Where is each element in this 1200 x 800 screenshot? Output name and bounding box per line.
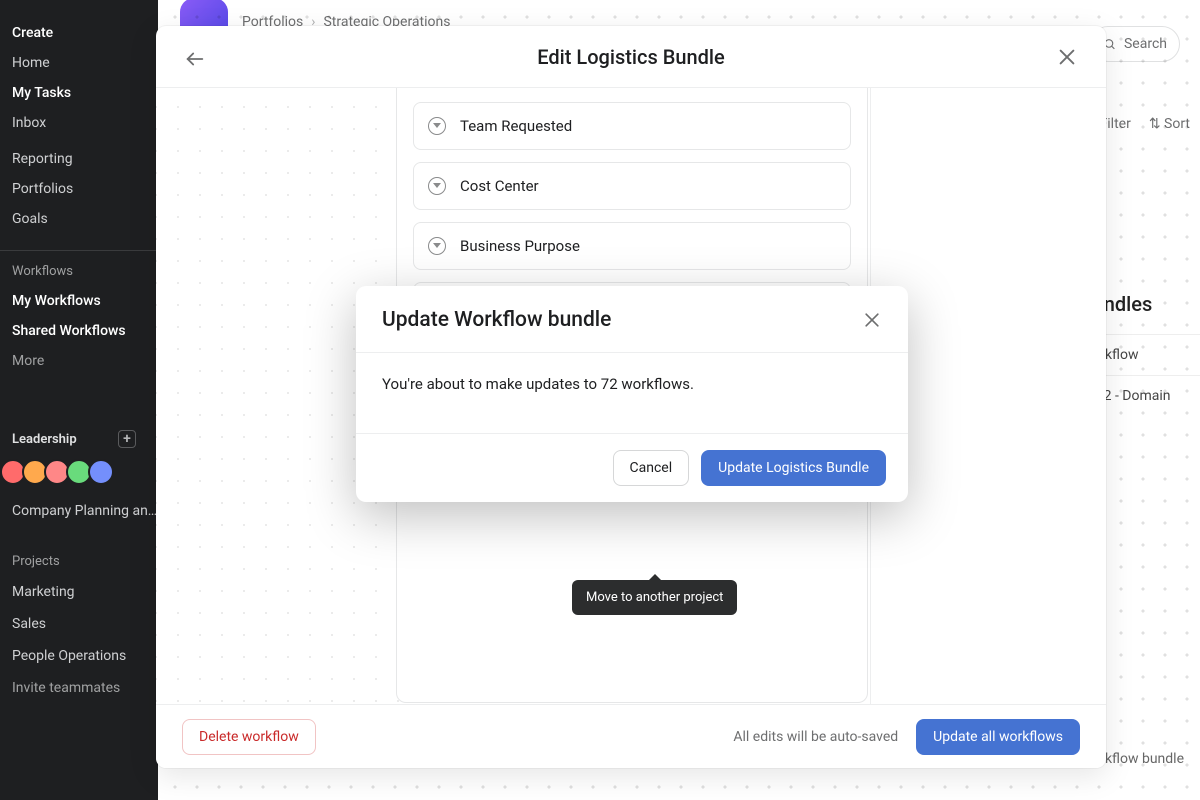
sidebar-item-portfolios[interactable]: Portfolios [0,174,158,204]
confirm-message: You're about to make updates to 72 workf… [382,353,882,393]
edit-footer: Delete workflow All edits will be auto-s… [156,704,1106,768]
dropdown-icon [428,177,446,195]
sidebar-item-goals[interactable]: Goals [0,204,158,234]
confirm-update-button[interactable]: Update Logistics Bundle [701,450,886,486]
autosave-message: All edits will be auto-saved [733,729,898,745]
sidebar-heading-projects: Projects [0,547,158,576]
sidebar-invite[interactable]: Invite teammates [0,672,158,704]
sidebar-avatars [0,453,158,495]
sidebar-item-my-workflows[interactable]: My Workflows [0,286,158,316]
close-icon[interactable] [862,310,882,330]
add-team-icon[interactable]: + [118,430,136,448]
delete-workflow-button[interactable]: Delete workflow [182,719,316,755]
update-all-workflows-button[interactable]: Update all workflows [916,719,1080,755]
sidebar-item-home[interactable]: Home [0,48,158,78]
field-cost-center[interactable]: Cost Center [413,162,851,210]
close-icon[interactable] [1056,46,1078,68]
avatar[interactable] [88,459,114,485]
tooltip: Move to another project [572,580,737,615]
sidebar-project-sales[interactable]: Sales [0,608,158,640]
field-label: Cost Center [460,177,539,195]
sidebar-project-marketing[interactable]: Marketing [0,576,158,608]
field-label: Business Purpose [460,237,580,255]
field-label: Team Requested [460,117,572,135]
dropdown-icon [428,237,446,255]
sidebar-item-inbox[interactable]: Inbox [0,108,158,138]
confirm-modal: Update Workflow bundle You're about to m… [356,286,908,502]
field-team-requested[interactable]: Team Requested [413,102,851,150]
edit-title: Edit Logistics Bundle [537,45,724,69]
sidebar-team-name: Leadership [12,432,77,447]
sidebar: Create Home My Tasks Inbox Reporting Por… [0,0,158,800]
back-icon[interactable] [184,48,206,70]
sidebar-project-people-ops[interactable]: People Operations [0,640,158,672]
sidebar-item-more[interactable]: More [0,346,158,376]
sidebar-project[interactable]: Company Planning an… [0,495,158,527]
cancel-button[interactable]: Cancel [613,450,690,486]
edit-header: Edit Logistics Bundle [156,26,1106,88]
sidebar-item-shared-workflows[interactable]: Shared Workflows [0,316,158,346]
sidebar-heading-workflows: Workflows [0,257,158,286]
sidebar-team-header[interactable]: Leadership + [0,416,158,453]
confirm-title: Update Workflow bundle [382,308,611,332]
field-business-purpose[interactable]: Business Purpose [413,222,851,270]
sidebar-item-reporting[interactable]: Reporting [0,144,158,174]
sidebar-item-my-tasks[interactable]: My Tasks [0,78,158,108]
dropdown-icon [428,117,446,135]
sidebar-item-create[interactable]: Create [0,18,158,48]
